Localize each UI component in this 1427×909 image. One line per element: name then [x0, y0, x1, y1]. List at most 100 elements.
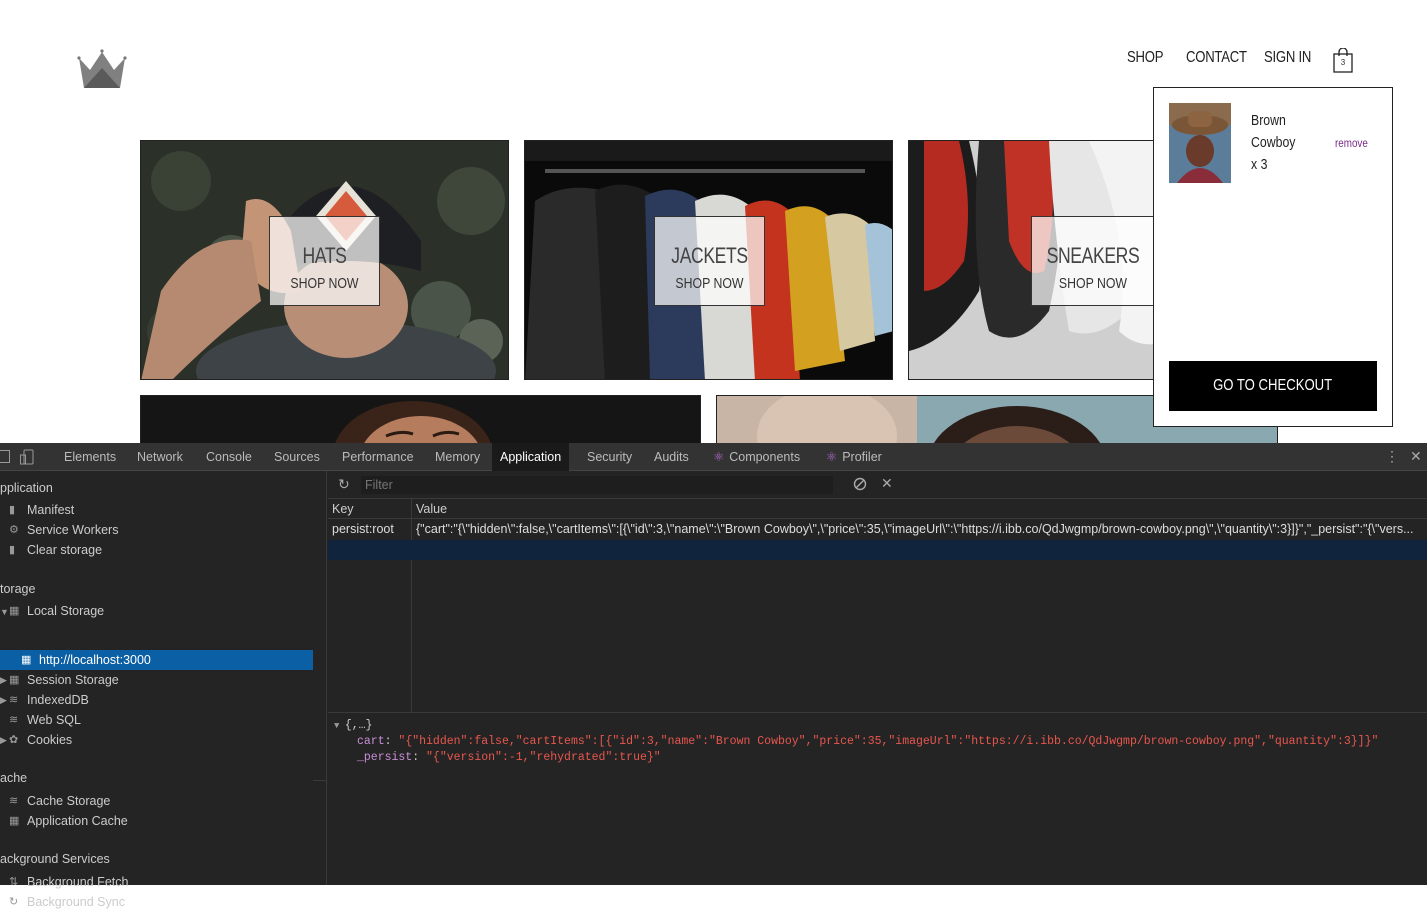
preview-root-label: {,…}	[344, 719, 373, 732]
cart-bag-icon[interactable]: 3	[1332, 47, 1354, 73]
cookie-icon: ✿	[9, 734, 19, 746]
database-icon: ≋	[9, 714, 19, 726]
tab-network[interactable]: Network	[137, 443, 183, 471]
database-icon: ≋	[9, 694, 19, 706]
inspect-element-icon[interactable]	[0, 450, 10, 463]
delete-selected-icon[interactable]: ✕	[881, 475, 893, 492]
checkout-label: GO TO CHECKOUT	[1213, 377, 1333, 394]
cart-item-image	[1169, 103, 1231, 183]
sync-icon: ↻	[9, 896, 19, 908]
devtools-tab-bar: Elements Network Console Sources Perform…	[0, 443, 1427, 471]
react-icon: ⚛	[826, 450, 838, 464]
category-label-jackets[interactable]: JACKETS SHOP NOW	[654, 216, 765, 306]
tab-security[interactable]: Security	[587, 443, 632, 471]
column-header-value[interactable]: Value	[416, 502, 447, 516]
manifest-icon: ▮	[9, 504, 16, 516]
website-viewport: SHOP CONTACT SIGN IN 3 HATS SHOP NOW JAC…	[0, 0, 1427, 443]
clear-all-icon[interactable]	[853, 477, 867, 491]
preview-persist-value: "{"version":-1,"rehydrated":true}"	[426, 751, 661, 764]
expand-caret-icon[interactable]: ▼	[0, 607, 9, 617]
collapsed-caret-icon[interactable]: ▶	[0, 735, 7, 746]
category-title: SNEAKERS	[1046, 243, 1140, 268]
tab-components-label: Components	[729, 450, 801, 464]
preview-persist-key: _persist	[357, 751, 413, 764]
sidebar-section-cache: ache	[0, 771, 28, 785]
sidebar-section-background-services: ackground Services	[0, 852, 110, 866]
tab-components[interactable]: ⚛ Components	[713, 443, 800, 471]
collapsed-caret-icon[interactable]: ▶	[0, 675, 7, 686]
preview-persist-line: _persist: "{"version":-1,"rehydrated":tr…	[357, 751, 661, 764]
column-header-key[interactable]: Key	[332, 502, 354, 516]
fetch-arrows-icon: ⇅	[9, 876, 19, 888]
table-row-empty-selected[interactable]	[328, 540, 1427, 560]
sidebar-item-manifest[interactable]: Manifest	[27, 503, 74, 517]
tab-elements[interactable]: Elements	[64, 443, 116, 471]
sidebar-section-storage: torage	[0, 582, 36, 596]
nav-shop-link[interactable]: SHOP	[1127, 49, 1163, 73]
collapsed-caret-icon[interactable]: ▶	[0, 695, 7, 706]
grid-icon: ▦	[9, 674, 20, 686]
cart-count: 3	[1340, 58, 1346, 67]
tab-performance[interactable]: Performance	[342, 443, 414, 471]
shop-now-link[interactable]: SHOP NOW	[1043, 275, 1143, 292]
category-label-sneakers[interactable]: SNEAKERS SHOP NOW	[1031, 216, 1155, 306]
preview-root[interactable]: ▼ {,…}	[334, 719, 372, 732]
sidebar-item-indexeddb[interactable]: IndexedDB	[27, 693, 89, 707]
shop-now-link[interactable]: SHOP NOW	[665, 275, 754, 292]
sidebar-item-localhost-origin[interactable]: http://localhost:3000	[39, 653, 151, 667]
sidebar-item-application-cache[interactable]: Application Cache	[27, 814, 128, 828]
application-sidebar: pplication ▮ Manifest ⚙ Service Workers …	[0, 471, 327, 909]
tab-application[interactable]: Application	[492, 443, 570, 471]
cart-item-quantity: x 3	[1251, 156, 1268, 173]
cart-item-name-line2: Cowboy	[1251, 134, 1296, 151]
react-icon: ⚛	[713, 450, 725, 464]
tab-memory[interactable]: Memory	[435, 443, 480, 471]
row-value: {"cart":"{\"hidden\":false,\"cartItems\"…	[416, 522, 1414, 536]
refresh-icon[interactable]: ↻	[338, 476, 350, 493]
grid-icon: ▦	[9, 605, 20, 617]
category-title: HATS	[302, 243, 347, 268]
tab-audits[interactable]: Audits	[654, 443, 689, 471]
sidebar-scrollbar[interactable]	[313, 471, 327, 781]
table-row[interactable]: persist:root {"cart":"{\"hidden\":false,…	[328, 519, 1427, 540]
sidebar-item-clear-storage[interactable]: Clear storage	[27, 543, 102, 557]
storage-view: ↻ ✕ Key Value persist:root {"cart":"{\"h…	[328, 471, 1427, 885]
sidebar-item-service-workers[interactable]: Service Workers	[27, 523, 118, 537]
grid-icon: ▦	[9, 815, 20, 827]
nav-contact-link[interactable]: CONTACT	[1186, 49, 1247, 73]
sidebar-item-background-sync[interactable]: Background Sync	[27, 895, 125, 909]
remove-item-link[interactable]: remove	[1335, 136, 1368, 150]
devtools-panel: Elements Network Console Sources Perform…	[0, 443, 1427, 909]
close-devtools-icon[interactable]: ✕	[1410, 448, 1422, 464]
sidebar-section-application: pplication	[0, 481, 53, 495]
device-toolbar-icon[interactable]	[20, 449, 34, 465]
category-label-hats[interactable]: HATS SHOP NOW	[269, 216, 380, 306]
crown-logo[interactable]	[76, 48, 128, 90]
category-tile-sneakers[interactable]: SNEAKERS SHOP NOW	[908, 140, 1168, 380]
go-to-checkout-button[interactable]: GO TO CHECKOUT	[1169, 361, 1377, 411]
more-options-icon[interactable]: ⋮	[1385, 448, 1399, 464]
sidebar-item-cookies[interactable]: Cookies	[27, 733, 72, 747]
category-tile-womens[interactable]	[140, 395, 701, 443]
sidebar-item-cache-storage[interactable]: Cache Storage	[27, 794, 110, 808]
tab-sources[interactable]: Sources	[274, 443, 320, 471]
shop-now-link[interactable]: SHOP NOW	[280, 275, 369, 292]
sidebar-item-background-fetch[interactable]: Background Fetch	[27, 875, 128, 889]
sidebar-item-session-storage[interactable]: Session Storage	[27, 673, 119, 687]
trash-icon: ▮	[9, 544, 16, 556]
expand-caret-icon[interactable]: ▼	[334, 721, 345, 731]
category-tile-jackets[interactable]: JACKETS SHOP NOW	[524, 140, 893, 380]
storage-toolbar: ↻ ✕	[328, 471, 1427, 499]
preview-cart-key: cart	[357, 735, 385, 748]
filter-input[interactable]	[361, 476, 833, 494]
table-header: Key Value	[328, 499, 1427, 519]
tab-console[interactable]: Console	[206, 443, 252, 471]
sidebar-item-local-storage[interactable]: Local Storage	[27, 604, 104, 618]
sidebar-item-web-sql[interactable]: Web SQL	[27, 713, 81, 727]
tab-profiler[interactable]: ⚛ Profiler	[826, 443, 882, 471]
nav-sign-in-link[interactable]: SIGN IN	[1264, 49, 1311, 73]
category-title: JACKETS	[671, 243, 748, 268]
category-tile-hats[interactable]: HATS SHOP NOW	[140, 140, 509, 380]
value-preview-pane: ▼ {,…} cart: "{"hidden":false,"cartItems…	[328, 712, 1427, 885]
tab-profiler-label: Profiler	[842, 450, 882, 464]
